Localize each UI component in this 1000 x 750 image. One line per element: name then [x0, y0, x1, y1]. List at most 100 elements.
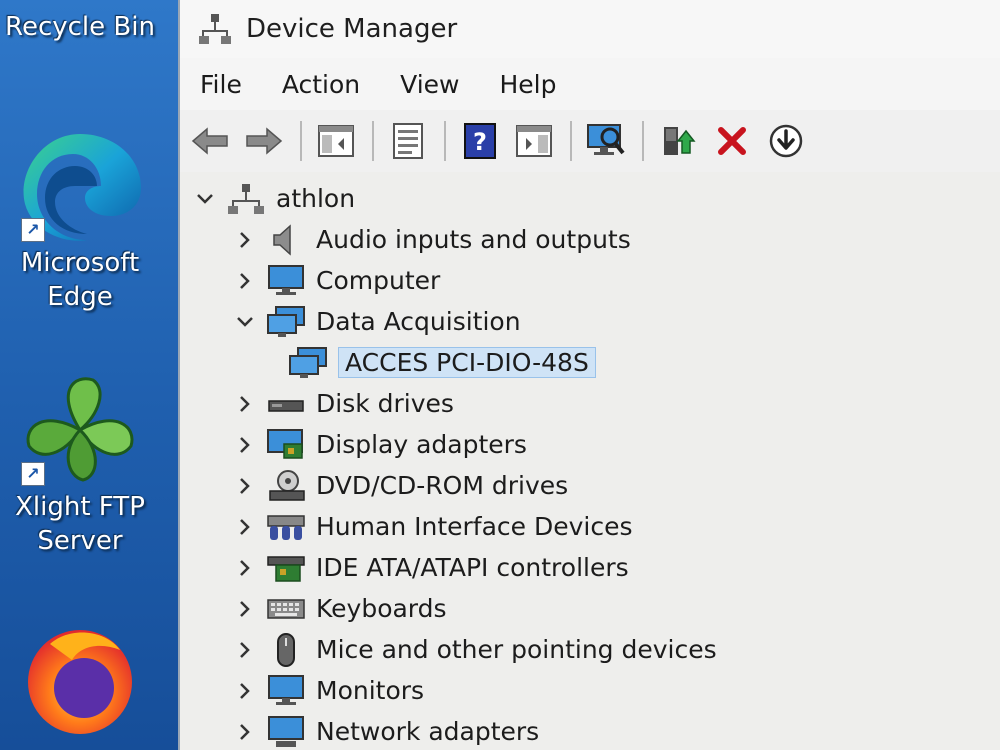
tree-item-data-acquisition[interactable]: Data Acquisition — [180, 301, 1000, 342]
tree-item-display-adapters[interactable]: Display adapters — [180, 424, 1000, 465]
chevron-right-icon[interactable] — [232, 555, 258, 581]
keyboard-icon — [267, 598, 305, 619]
show-hide-console-tree-button[interactable] — [314, 119, 358, 163]
menu-action[interactable]: Action — [282, 70, 360, 99]
hid-icon — [267, 514, 305, 540]
properties-icon — [393, 123, 423, 159]
scan-hardware-button[interactable] — [584, 119, 628, 163]
disk-drive-icon — [268, 399, 304, 412]
forward-button[interactable] — [242, 119, 286, 163]
help-icon: ? — [464, 123, 496, 159]
tree-item-label: Data Acquisition — [316, 307, 521, 336]
chevron-right-icon[interactable] — [232, 432, 258, 458]
tree-item-ide-controllers[interactable]: IDE ATA/ATAPI controllers — [180, 547, 1000, 588]
tree-item-label: Disk drives — [316, 389, 454, 418]
mouse-icon — [277, 632, 295, 667]
tree-root-label: athlon — [276, 184, 356, 213]
tree-item-hid[interactable]: Human Interface Devices — [180, 506, 1000, 547]
toolbar-separator — [570, 121, 572, 161]
chevron-right-icon[interactable] — [232, 473, 258, 499]
chevron-right-icon[interactable] — [232, 637, 258, 663]
tree-item-computer[interactable]: Computer — [180, 260, 1000, 301]
edge-icon: ↗ — [15, 128, 145, 246]
back-button[interactable] — [188, 119, 232, 163]
desktop-icon-label: Xlight FTP Server — [15, 492, 145, 556]
desktop-icon-label: Recycle Bin — [5, 12, 155, 42]
chevron-right-icon[interactable] — [232, 719, 258, 745]
desktop-icon-label: Microsoft Edge — [20, 248, 140, 312]
data-acquisition-icon — [267, 305, 305, 337]
action-pane-icon — [516, 125, 552, 157]
action-pane-button[interactable] — [512, 119, 556, 163]
speaker-icon — [273, 223, 291, 256]
tree-item-label: Display adapters — [316, 430, 527, 459]
computer-tree-icon — [228, 183, 264, 214]
chevron-down-icon[interactable] — [232, 309, 258, 335]
toolbar: ? — [180, 110, 1000, 173]
device-manager-icon — [199, 14, 231, 44]
desktop-icon-xlight-ftp-server[interactable]: ↗ Xlight FTP Server — [0, 370, 160, 558]
help-button[interactable]: ? — [458, 119, 502, 163]
tree-item-label: Monitors — [316, 676, 425, 705]
tree-item-dvd-cd-rom[interactable]: DVD/CD-ROM drives — [180, 465, 1000, 506]
tree-item-label: Keyboards — [316, 594, 447, 623]
tree-item-mice[interactable]: Mice and other pointing devices — [180, 629, 1000, 670]
title-bar[interactable]: Device Manager — [180, 0, 1000, 58]
tree-item-network-adapters[interactable]: Network adapters — [180, 711, 1000, 750]
display-adapter-icon — [267, 428, 303, 459]
menu-file[interactable]: File — [200, 70, 242, 99]
toolbar-separator — [300, 121, 302, 161]
menu-view[interactable]: View — [400, 70, 459, 99]
chevron-right-icon[interactable] — [232, 596, 258, 622]
tree-root-athlon[interactable]: athlon — [180, 178, 1000, 219]
chevron-right-icon[interactable] — [232, 678, 258, 704]
dvd-drive-icon — [269, 469, 305, 501]
device-manager-window: Device Manager File Action View Help ? a… — [178, 0, 1000, 750]
desktop-icon-firefox[interactable] — [0, 620, 160, 740]
tree-item-label: ACCES PCI-DIO-48S — [338, 347, 596, 378]
toolbar-separator — [372, 121, 374, 161]
download-button[interactable] — [764, 119, 808, 163]
download-icon — [769, 124, 803, 158]
chevron-right-icon[interactable] — [232, 227, 258, 253]
uninstall-icon — [718, 127, 746, 155]
tree-item-acces-pci-dio-48s[interactable]: ACCES PCI-DIO-48S — [180, 342, 1000, 383]
device-tree: athlon Audio inputs and outputs Computer — [180, 172, 1000, 750]
tree-item-label: Mice and other pointing devices — [316, 635, 717, 664]
tree-item-label: Computer — [316, 266, 441, 295]
monitor-icon — [268, 674, 304, 705]
uninstall-button[interactable] — [710, 119, 754, 163]
tree-item-disk-drives[interactable]: Disk drives — [180, 383, 1000, 424]
desktop-icon-recycle-bin[interactable]: Recycle Bin — [0, 10, 160, 44]
shortcut-arrow-icon: ↗ — [21, 462, 45, 486]
chevron-right-icon[interactable] — [232, 391, 258, 417]
properties-button[interactable] — [386, 119, 430, 163]
menu-help[interactable]: Help — [499, 70, 556, 99]
chevron-right-icon[interactable] — [232, 268, 258, 294]
tree-item-label: Audio inputs and outputs — [316, 225, 631, 254]
toolbar-separator — [642, 121, 644, 161]
svg-text:?: ? — [473, 128, 487, 156]
forward-arrow-icon — [246, 127, 283, 155]
leaf-icon: ↗ — [15, 370, 145, 490]
scan-hardware-icon — [587, 124, 625, 155]
tree-item-label: IDE ATA/ATAPI controllers — [316, 553, 629, 582]
tree-item-keyboards[interactable]: Keyboards — [180, 588, 1000, 629]
window-title: Device Manager — [246, 14, 458, 44]
shortcut-arrow-icon: ↗ — [21, 218, 45, 242]
chevron-right-icon[interactable] — [232, 514, 258, 540]
network-adapter-icon — [268, 715, 304, 747]
desktop-icon-microsoft-edge[interactable]: ↗ Microsoft Edge — [0, 128, 160, 314]
tree-item-label: DVD/CD-ROM drives — [316, 471, 569, 500]
tree-item-label: Network adapters — [316, 717, 540, 746]
tree-item-monitors[interactable]: Monitors — [180, 670, 1000, 711]
ide-controller-icon — [267, 555, 305, 582]
data-acquisition-device-icon — [289, 346, 327, 378]
tree-item-audio[interactable]: Audio inputs and outputs — [180, 219, 1000, 260]
update-driver-button[interactable] — [656, 119, 700, 163]
tree-item-label: Human Interface Devices — [316, 512, 633, 541]
chevron-down-icon[interactable] — [192, 186, 218, 212]
firefox-icon — [20, 620, 140, 740]
menu-bar: File Action View Help — [180, 58, 1000, 110]
back-arrow-icon — [191, 127, 228, 155]
